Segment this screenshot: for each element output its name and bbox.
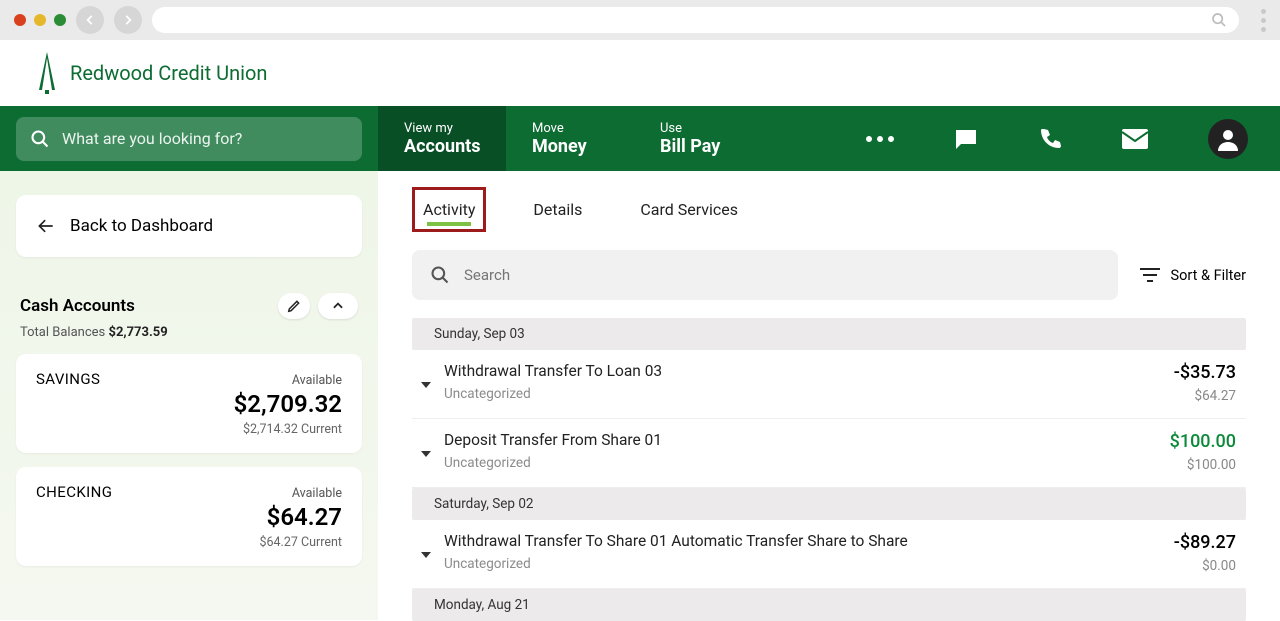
logo-bar: Redwood Credit Union xyxy=(0,40,1280,106)
url-bar[interactable] xyxy=(152,7,1239,33)
transaction-row[interactable]: Deposit Transfer From Share 01 Uncategori… xyxy=(412,419,1246,488)
transaction-balance: $100.00 xyxy=(1116,457,1236,473)
brand-logo[interactable]: Redwood Credit Union xyxy=(34,52,267,94)
transaction-description: Withdrawal Transfer To Loan 03 xyxy=(444,362,1116,380)
brand-name: Redwood Credit Union xyxy=(70,61,267,85)
profile-avatar[interactable] xyxy=(1208,119,1248,159)
transaction-row[interactable]: Withdrawal Transfer To Loan 03 Uncategori… xyxy=(412,350,1246,419)
transaction-balance: $0.00 xyxy=(1116,558,1236,574)
transaction-search[interactable] xyxy=(412,250,1118,300)
browser-menu-icon[interactable] xyxy=(1261,9,1266,32)
primary-nav: View my Accounts Move Money Use Bill Pay xyxy=(0,106,1280,171)
sidebar: Back to Dashboard Cash Accounts Total Ba… xyxy=(0,171,378,620)
transaction-date-header: Monday, Aug 21 xyxy=(412,589,1246,621)
search-icon xyxy=(430,265,450,285)
search-icon xyxy=(30,129,50,149)
chat-icon[interactable] xyxy=(954,127,978,151)
transaction-date-header: Sunday, Sep 03 xyxy=(412,318,1246,350)
more-menu-icon[interactable] xyxy=(866,136,894,142)
expand-transaction-icon[interactable] xyxy=(412,366,440,404)
browser-chrome xyxy=(0,0,1280,40)
minimize-window-icon[interactable] xyxy=(34,14,46,26)
tab-details[interactable]: Details xyxy=(522,187,593,232)
accounts-section-title: Cash Accounts xyxy=(20,296,135,316)
transaction-date-header: Saturday, Sep 02 xyxy=(412,488,1246,520)
tab-activity[interactable]: Activity xyxy=(412,187,486,232)
global-search[interactable] xyxy=(16,117,362,161)
transaction-row[interactable]: Withdrawal Transfer To Share 01 Automati… xyxy=(412,520,1246,589)
nav-bill-pay[interactable]: Use Bill Pay xyxy=(634,106,762,171)
pencil-icon xyxy=(287,299,301,313)
transaction-search-input[interactable] xyxy=(464,266,1100,284)
transaction-list: Sunday, Sep 03Withdrawal Transfer To Loa… xyxy=(378,318,1280,621)
nav-move-money[interactable]: Move Money xyxy=(506,106,634,171)
tab-card-services[interactable]: Card Services xyxy=(629,187,749,232)
back-label: Back to Dashboard xyxy=(70,216,213,236)
transaction-category: Uncategorized xyxy=(444,386,1116,402)
global-search-input[interactable] xyxy=(62,129,348,148)
chevron-up-icon xyxy=(331,299,345,313)
transaction-balance: $64.27 xyxy=(1116,388,1236,404)
forward-button[interactable] xyxy=(114,6,142,34)
maximize-window-icon[interactable] xyxy=(54,14,66,26)
transaction-amount: -$89.27 xyxy=(1116,532,1236,553)
transaction-category: Uncategorized xyxy=(444,556,1116,572)
search-icon xyxy=(1211,12,1227,28)
collapse-accounts-button[interactable] xyxy=(318,293,358,319)
account-tabs: Activity Details Card Services xyxy=(378,171,1280,232)
total-balances: Total Balances $2,773.59 xyxy=(20,325,358,340)
close-window-icon[interactable] xyxy=(14,14,26,26)
mail-icon[interactable] xyxy=(1122,129,1148,149)
transaction-category: Uncategorized xyxy=(444,455,1116,471)
account-card-savings[interactable]: SAVINGS Available $2,709.32 $2,714.32 Cu… xyxy=(16,354,362,453)
expand-transaction-icon[interactable] xyxy=(412,435,440,473)
transaction-amount: $100.00 xyxy=(1116,431,1236,452)
back-button[interactable] xyxy=(76,6,104,34)
account-card-checking[interactable]: CHECKING Available $64.27 $64.27 Current xyxy=(16,467,362,566)
redwood-tree-icon xyxy=(34,52,60,94)
arrow-left-icon xyxy=(36,216,56,236)
person-icon xyxy=(1216,127,1240,151)
transaction-description: Deposit Transfer From Share 01 xyxy=(444,431,1116,449)
back-to-dashboard-button[interactable]: Back to Dashboard xyxy=(16,195,362,257)
phone-icon[interactable] xyxy=(1038,127,1062,151)
nav-accounts[interactable]: View my Accounts xyxy=(378,106,506,171)
edit-accounts-button[interactable] xyxy=(278,293,310,319)
content-area: Activity Details Card Services Sort & Fi… xyxy=(378,171,1280,620)
transaction-amount: -$35.73 xyxy=(1116,362,1236,383)
window-controls xyxy=(14,14,66,26)
sort-filter-button[interactable]: Sort & Filter xyxy=(1140,267,1246,284)
filter-icon xyxy=(1140,267,1160,283)
expand-transaction-icon[interactable] xyxy=(412,536,440,574)
transaction-description: Withdrawal Transfer To Share 01 Automati… xyxy=(444,532,1116,550)
